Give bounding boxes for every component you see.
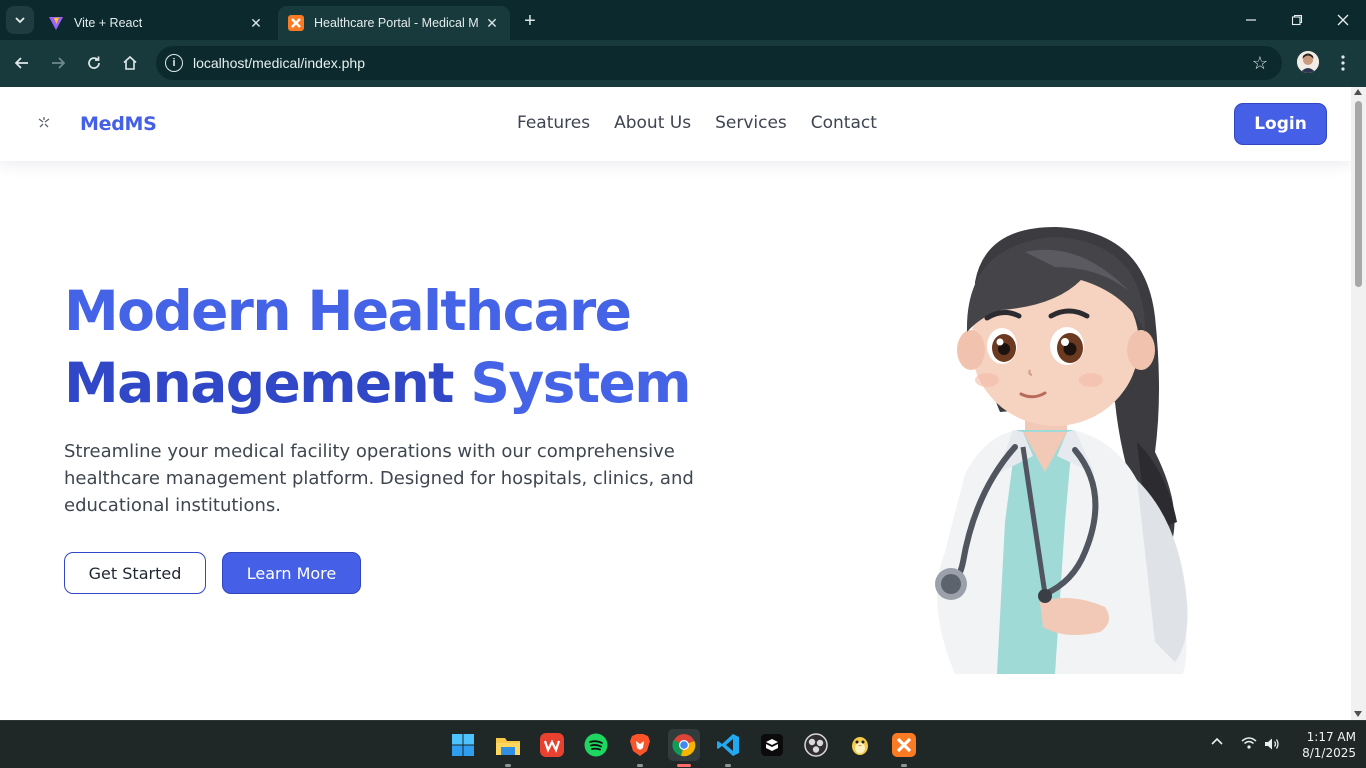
scroll-down-arrow-icon[interactable] [1354, 711, 1362, 717]
site-info-icon[interactable]: i [165, 54, 183, 72]
get-started-button[interactable]: Get Started [64, 552, 206, 594]
running-indicator [901, 764, 907, 767]
chrome-icon[interactable] [668, 729, 700, 767]
reload-icon [88, 56, 100, 69]
spotify-icon[interactable] [580, 729, 612, 761]
windows-start-icon[interactable] [447, 729, 479, 761]
close-icon [1337, 14, 1349, 26]
tab-search-button[interactable] [6, 6, 34, 34]
nav-link-features[interactable]: Features [517, 113, 590, 133]
close-tab-icon[interactable]: ✕ [484, 15, 500, 31]
system-clock[interactable]: 1:17 AM 8/1/2025 [1290, 729, 1356, 761]
url-text[interactable]: localhost/medical/index.php [193, 55, 365, 71]
brand-name[interactable]: MedMS [80, 113, 157, 135]
hero-description: Streamline your medical facility operati… [64, 441, 694, 516]
profile-icon [1297, 51, 1319, 73]
vscode-icon[interactable] [712, 729, 744, 767]
new-tab-button[interactable]: + [518, 9, 542, 33]
active-indicator [677, 764, 691, 767]
back-button[interactable] [8, 49, 36, 77]
browser-toolbar: i localhost/medical/index.php ☆ [0, 40, 1366, 87]
volume-icon[interactable] [1264, 737, 1280, 754]
browser-tab-bar: Vite + React ✕ Healthcare Portal - Medic… [0, 0, 1366, 40]
close-window-button[interactable] [1320, 0, 1366, 40]
more-vertical-icon [1341, 55, 1345, 71]
scroll-thumb[interactable] [1355, 101, 1362, 287]
nav-link-contact[interactable]: Contact [811, 113, 877, 133]
page-scrollbar[interactable] [1351, 87, 1366, 720]
clock-time: 1:17 AM [1306, 730, 1356, 744]
taskbar: 1:17 AM 8/1/2025 [0, 720, 1366, 768]
reload-button[interactable] [80, 49, 108, 77]
cube-app-icon[interactable] [756, 729, 788, 761]
nav-link-services[interactable]: Services [715, 113, 787, 133]
address-bar[interactable]: i localhost/medical/index.php ☆ [156, 46, 1282, 80]
hero-title-word-management: Management [64, 351, 454, 415]
penguin-app-icon[interactable] [844, 729, 876, 761]
clock-date: 8/1/2025 [1302, 746, 1356, 760]
wps-office-icon[interactable] [536, 729, 568, 761]
vite-icon [48, 15, 64, 31]
doctor-illustration [935, 227, 1188, 674]
tab-vite-react[interactable]: Vite + React ✕ [38, 6, 274, 40]
hero-title: Modern Healthcare Management System [64, 275, 692, 419]
chevron-down-icon [15, 17, 25, 24]
site-header: MedMS Features About Us Services Contact… [0, 87, 1351, 161]
hero-title-line1: Modern Healthcare [64, 279, 632, 343]
broken-logo-icon[interactable] [36, 115, 52, 131]
nav-link-about-us[interactable]: About Us [614, 113, 691, 133]
main-nav: Features About Us Services Contact [517, 113, 877, 133]
close-tab-icon[interactable]: ✕ [248, 15, 264, 31]
scroll-up-arrow-icon[interactable] [1354, 89, 1362, 95]
restore-icon [1291, 14, 1303, 26]
login-button[interactable]: Login [1234, 103, 1327, 145]
minimize-button[interactable] [1228, 0, 1274, 40]
profile-avatar[interactable] [1297, 51, 1319, 73]
xampp-icon [288, 15, 304, 31]
running-indicator [725, 764, 731, 767]
tab-healthcare-portal[interactable]: Healthcare Portal - Medical Management ✕ [278, 6, 510, 40]
home-button[interactable] [116, 49, 144, 77]
restore-button[interactable] [1274, 0, 1320, 40]
bookmark-star-icon[interactable]: ☆ [1252, 53, 1268, 73]
tab-title: Healthcare Portal - Medical Management [314, 16, 478, 30]
arrow-left-icon [14, 57, 28, 69]
show-hidden-icons-icon[interactable] [1211, 736, 1223, 751]
xampp-icon[interactable] [888, 729, 920, 767]
browser-menu-button[interactable] [1333, 49, 1353, 77]
learn-more-button[interactable]: Learn More [222, 552, 361, 594]
brave-browser-icon[interactable] [624, 729, 656, 767]
obs-studio-icon[interactable] [800, 729, 832, 761]
forward-button[interactable] [44, 49, 72, 77]
page-viewport: MedMS Features About Us Services Contact… [0, 87, 1351, 720]
minimize-icon [1246, 19, 1256, 21]
wifi-icon[interactable] [1241, 737, 1257, 752]
tab-title: Vite + React [74, 16, 143, 30]
hero-title-word-system: System [470, 351, 691, 415]
running-indicator [637, 764, 643, 767]
running-indicator [505, 764, 511, 767]
arrow-right-icon [52, 57, 66, 69]
file-explorer-icon[interactable] [492, 729, 524, 767]
home-icon [123, 55, 137, 70]
